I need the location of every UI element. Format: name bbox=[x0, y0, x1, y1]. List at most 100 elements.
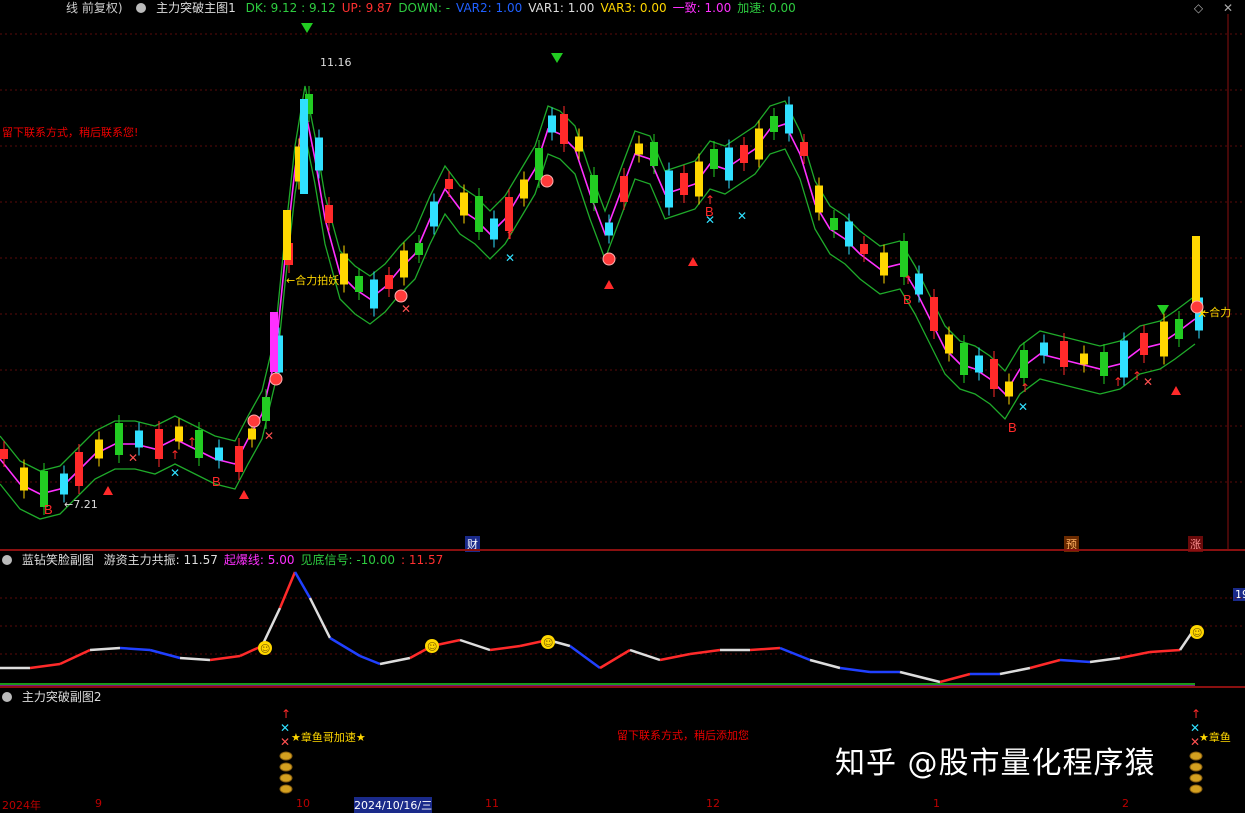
main-indicator-name[interactable]: 主力突破主图1 bbox=[156, 1, 236, 15]
sub2-toggle-icon[interactable] bbox=[2, 692, 12, 702]
sub2-indicator-name[interactable]: 主力突破副图2 bbox=[22, 690, 102, 704]
candle-body bbox=[385, 275, 393, 289]
gold-coin-icon bbox=[1189, 784, 1203, 794]
candle-body bbox=[575, 136, 583, 152]
gold-coin-icon bbox=[1189, 751, 1203, 761]
date-axis-label: 1 bbox=[933, 797, 940, 810]
label-zhangyu-right: ★章鱼 bbox=[1199, 731, 1231, 744]
resonance-line-segment bbox=[1119, 650, 1151, 660]
sub1-value-2: 见底信号: -10.00 bbox=[300, 553, 396, 567]
resonance-line-segment bbox=[209, 654, 241, 662]
date-axis-label: 2 bbox=[1122, 797, 1129, 810]
candle-body bbox=[860, 244, 868, 254]
candle-body bbox=[300, 99, 308, 194]
signal-up-triangle-icon bbox=[604, 280, 614, 289]
up-arrow-icon: ↑ bbox=[281, 707, 291, 721]
buy-signal-b-icon: B bbox=[212, 474, 221, 489]
candle-body bbox=[415, 243, 423, 255]
resonance-line-segment bbox=[629, 648, 661, 662]
candle-body bbox=[400, 250, 408, 278]
candle-body bbox=[560, 114, 568, 144]
signal-down-triangle-icon bbox=[1157, 305, 1169, 315]
candle-body bbox=[755, 128, 763, 160]
butterfly-icon: ✕ bbox=[1018, 400, 1028, 414]
date-axis: 2024年 9 10 2024/10/16/三 11 12 1 2 bbox=[0, 797, 1245, 813]
gold-coin-icon bbox=[279, 751, 293, 761]
candle-body bbox=[235, 446, 243, 472]
candle-body bbox=[785, 104, 793, 134]
candle-body bbox=[725, 147, 733, 181]
resonance-line-segment bbox=[59, 648, 91, 666]
candle-body bbox=[945, 334, 953, 354]
butterfly-icon: ✕ bbox=[264, 429, 274, 443]
up-arrow-icon: ↑ bbox=[1132, 369, 1142, 383]
up-arrow-icon: ↑ bbox=[619, 193, 629, 207]
label-zhangyuge: ★章鱼哥加速★ bbox=[291, 731, 366, 744]
resonance-line-segment bbox=[459, 638, 491, 652]
main-value-4: VAR1: 1.00 bbox=[528, 1, 595, 15]
candle-body bbox=[262, 397, 270, 421]
up-arrow-icon: ↑ bbox=[1113, 375, 1123, 389]
candle-body bbox=[770, 116, 778, 132]
smiley-face-icon: ☺ bbox=[427, 642, 437, 653]
low-price-value: 7.21 bbox=[73, 498, 98, 511]
candle-body bbox=[283, 210, 291, 260]
gold-coin-icon bbox=[279, 773, 293, 783]
main-price-chart[interactable]: BBBBB✕✕✕✕✕ ✕✕✕✕✕↑↑↑↑ ↑↑ ↑ ↑↑ bbox=[0, 14, 1245, 549]
main-indicator-values: DK: 9.12 : 9.12 UP: 9.87 DOWN: - VAR2: 1.00… bbox=[246, 1, 802, 15]
sub1-chart[interactable]: ☺ ☺ ☺ ☺ bbox=[0, 568, 1245, 688]
indicator-toggle-icon[interactable] bbox=[136, 3, 147, 13]
candle-body bbox=[0, 449, 8, 459]
low-price-label: ←7.21 bbox=[64, 498, 98, 511]
candle-body bbox=[460, 192, 468, 216]
resonance-line-segment bbox=[119, 646, 151, 652]
signal-up-triangle-icon bbox=[239, 490, 249, 499]
resonance-line-segment bbox=[1059, 658, 1091, 664]
coin-badge-icon bbox=[540, 174, 554, 188]
candle-body bbox=[520, 179, 528, 199]
candle-body bbox=[1192, 236, 1200, 311]
main-value-1: UP: 9.87 bbox=[341, 1, 393, 15]
candle-body bbox=[370, 279, 378, 309]
high-price-label: 11.16 bbox=[320, 56, 352, 69]
resonance-line-segment bbox=[899, 670, 941, 684]
sub1-toggle-icon[interactable] bbox=[2, 555, 12, 565]
main-value-6: 一致: 1.00 bbox=[672, 1, 732, 15]
pane-divider-2[interactable] bbox=[0, 686, 1245, 688]
buy-signal-b-icon: B bbox=[44, 502, 53, 517]
resonance-line-segment bbox=[939, 672, 971, 684]
close-icon[interactable]: ✕ bbox=[1223, 1, 1233, 15]
candle-body bbox=[490, 218, 498, 240]
buy-signal-b-icon: B bbox=[903, 292, 912, 307]
main-value-2: DOWN: - bbox=[398, 1, 451, 15]
sub2-header: 主力突破副图2 bbox=[0, 689, 1245, 705]
butterfly-icon: ✕ bbox=[401, 302, 411, 316]
butterfly-icon: ✕ bbox=[128, 451, 138, 465]
candle-body bbox=[830, 218, 838, 230]
candle-body bbox=[1020, 350, 1028, 378]
resonance-line-segment bbox=[659, 652, 691, 662]
diamond-icon[interactable]: ◇ bbox=[1194, 1, 1203, 15]
resonance-line-segment bbox=[809, 658, 841, 670]
candle-body bbox=[548, 115, 556, 133]
resonance-line-segment bbox=[379, 656, 411, 666]
buy-signal-b-icon: B bbox=[1008, 420, 1017, 435]
candle-body bbox=[990, 359, 998, 389]
gold-coin-icon bbox=[1189, 773, 1203, 783]
resonance-line-segment bbox=[999, 666, 1031, 676]
coin-badge-icon bbox=[269, 372, 283, 386]
sub1-indicator-name[interactable]: 蓝钻笑脸副图 bbox=[22, 553, 94, 567]
resonance-line-segment bbox=[1149, 648, 1181, 654]
pane-divider-1[interactable] bbox=[0, 549, 1245, 551]
signal-down-triangle-icon bbox=[301, 23, 313, 33]
candle-body bbox=[590, 175, 598, 203]
resonance-line-segment bbox=[1029, 658, 1061, 670]
up-arrow-icon: ↑ bbox=[187, 435, 197, 449]
main-note-left: 留下联系方式，稍后联系您! bbox=[2, 126, 139, 139]
candle-body bbox=[1060, 341, 1068, 367]
date-axis-label: 2024/10/16/三 bbox=[354, 797, 433, 813]
candle-body bbox=[20, 467, 28, 491]
butterfly-icon: ✕ bbox=[705, 213, 715, 227]
candle-body bbox=[60, 473, 68, 495]
candle-body bbox=[960, 343, 968, 375]
